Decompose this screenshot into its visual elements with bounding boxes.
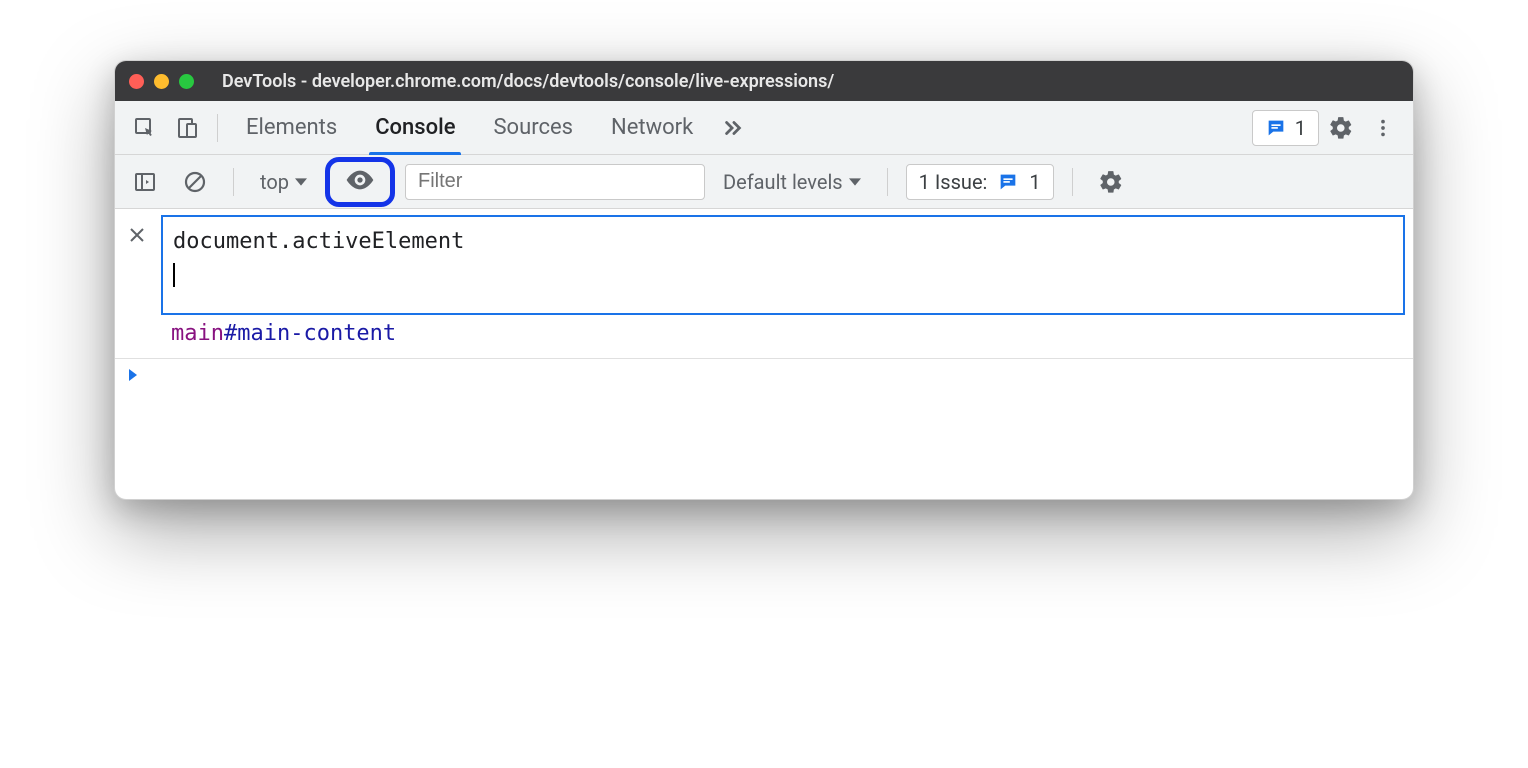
console-prompt[interactable] [115,359,1413,499]
tab-console[interactable]: Console [357,101,473,155]
inspect-element-icon[interactable] [125,108,165,148]
more-tabs-icon[interactable] [713,108,753,148]
prompt-caret-icon [129,369,137,381]
issues-chip[interactable]: 1 Issue: 1 [906,164,1054,200]
execution-context-label: top [260,170,289,194]
divider [1072,168,1073,196]
live-expression-body: document.activeElement main#main-content [161,215,1405,348]
tab-sources[interactable]: Sources [475,101,591,155]
maximize-window-button[interactable] [179,74,194,89]
issues-count: 1 [1029,170,1040,194]
message-icon [1265,117,1287,139]
create-live-expression-icon[interactable] [344,164,376,200]
window-title: DevTools - developer.chrome.com/docs/dev… [222,71,1399,92]
issues-label: 1 Issue: [919,170,988,194]
divider [887,168,888,196]
clear-console-icon[interactable] [175,162,215,202]
live-expression-row: document.activeElement main#main-content [115,209,1413,359]
text-cursor [173,263,175,287]
log-levels-selector[interactable]: Default levels [715,170,869,194]
more-options-icon[interactable] [1363,108,1403,148]
minimize-window-button[interactable] [154,74,169,89]
result-tag: main [171,321,224,346]
messages-chip[interactable]: 1 [1252,110,1319,146]
titlebar: DevTools - developer.chrome.com/docs/dev… [115,61,1413,101]
settings-icon[interactable] [1321,108,1361,148]
tab-elements[interactable]: Elements [228,101,355,155]
result-id: #main-content [224,321,396,346]
divider [217,114,218,142]
messages-count: 1 [1295,116,1306,140]
console-settings-icon[interactable] [1091,162,1131,202]
device-toolbar-icon[interactable] [167,108,207,148]
window-controls [129,74,194,89]
main-tabbar: Elements Console Sources Network 1 [115,101,1413,155]
live-expression-button-highlight [325,157,395,207]
divider [233,168,234,196]
execution-context-selector[interactable]: top [252,170,315,194]
chevron-down-icon [295,176,307,188]
console-toolbar: top Default levels 1 Issue: 1 [115,155,1413,209]
chevron-down-icon [849,176,861,188]
live-expression-editor[interactable]: document.activeElement [161,215,1405,315]
live-expression-result[interactable]: main#main-content [161,315,1405,348]
tab-network[interactable]: Network [593,101,711,155]
close-window-button[interactable] [129,74,144,89]
message-icon [997,171,1019,193]
remove-live-expression-button[interactable] [123,221,151,249]
filter-input[interactable] [405,164,705,200]
live-expression-text: document.activeElement [173,229,464,254]
console-sidebar-toggle-icon[interactable] [125,162,165,202]
log-levels-label: Default levels [723,170,843,194]
devtools-window: DevTools - developer.chrome.com/docs/dev… [114,60,1414,500]
